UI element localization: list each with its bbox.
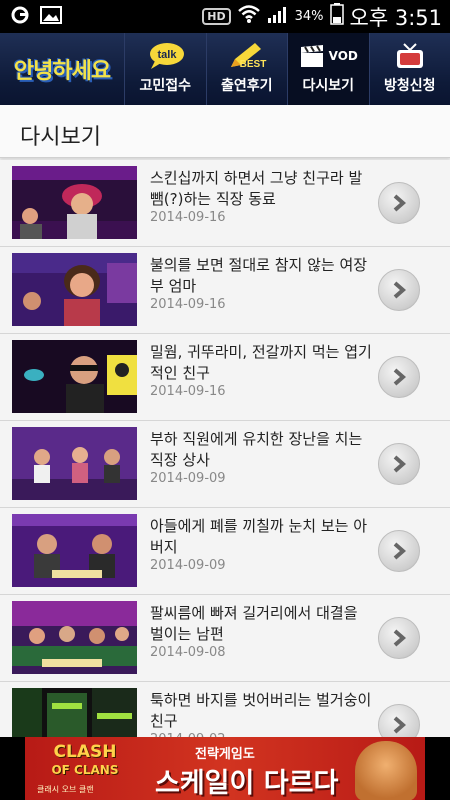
nav-item-label: 출연후기 (220, 78, 273, 94)
best-pencil-icon: BEST (225, 41, 269, 71)
notification-app-icon (10, 5, 30, 29)
episode-thumbnail (12, 253, 137, 326)
list-item[interactable]: 밀웜, 귀뚜라미, 전갈까지 먹는 엽기적인 친구 2014-09-16 (0, 334, 450, 421)
gallery-icon (40, 5, 62, 28)
page-title-bar: 다시보기 (0, 105, 450, 158)
episode-open-button[interactable] (378, 356, 420, 398)
list-item[interactable]: 부하 직원에게 유치한 장난을 치는 직장 상사 2014-09-09 (0, 421, 450, 508)
chevron-right-icon (393, 542, 406, 560)
episode-title: 팔씨름에 빠져 길거리에서 대결을 벌이는 남편 (150, 604, 358, 643)
episode-date: 2014-09-09 (150, 558, 226, 573)
episode-open-button[interactable] (378, 182, 420, 224)
episode-title: 밀웜, 귀뚜라미, 전갈까지 먹는 엽기적인 친구 (150, 343, 372, 382)
main-nav: talk 고민접수 BEST 출연후기 VOD 다시보기 방청신청 (124, 33, 450, 105)
ad-headline: 스케일이 다르다 (155, 768, 339, 799)
hd-badge: HD (202, 8, 231, 25)
nav-item-label: 고민접수 (139, 78, 192, 94)
ad-brand-sub: OF CLANS (51, 763, 119, 777)
chevron-right-icon (393, 194, 406, 212)
episode-title: 부하 직원에게 유치한 장난을 치는 직장 상사 (150, 430, 363, 469)
episode-open-button[interactable] (378, 530, 420, 572)
ad-small-text: 클래시 오브 클랜 (37, 785, 94, 794)
nav-item-audience-apply[interactable]: 방청신청 (368, 33, 450, 105)
logo-text: 안녕하세요 (13, 59, 111, 84)
ad-character-image (355, 741, 417, 800)
episode-thumbnail (12, 166, 137, 239)
list-item[interactable]: 불의를 보면 절대로 참지 않는 여장부 엄마 2014-09-16 (0, 247, 450, 334)
episode-thumbnail (12, 427, 137, 500)
nav-item-label: 방청신청 (383, 78, 436, 94)
nav-item-reviews[interactable]: BEST 출연후기 (205, 33, 288, 105)
status-bar: HD 34% 오후 3:51 (0, 0, 450, 33)
battery-icon (329, 3, 344, 30)
wifi-icon (237, 4, 261, 29)
episode-date: 2014-09-16 (150, 210, 226, 225)
chevron-right-icon (393, 455, 406, 473)
episode-thumbnail (12, 514, 137, 587)
episode-date: 2014-09-16 (150, 384, 226, 399)
show-logo[interactable]: 안녕하세요 (0, 33, 124, 105)
episode-list: 스킨십까지 하면서 그냥 친구라 발뺌(?)하는 직장 동료 2014-09-1… (0, 160, 450, 769)
chevron-right-icon (393, 281, 406, 299)
talk-badge-text: talk (158, 49, 178, 61)
episode-date: 2014-09-08 (150, 645, 226, 660)
best-badge-text: BEST (239, 59, 266, 70)
battery-percent: 34% (294, 9, 324, 24)
episode-open-button[interactable] (378, 617, 420, 659)
signal-icon (267, 5, 289, 28)
list-item[interactable]: 아들에게 폐를 끼칠까 눈치 보는 아버지 2014-09-09 (0, 508, 450, 595)
ad-brand-logo: CLASH OF CLANS (35, 743, 135, 779)
episode-title: 아들에게 폐를 끼칠까 눈치 보는 아버지 (150, 517, 368, 556)
list-item[interactable]: 스킨십까지 하면서 그냥 친구라 발뺌(?)하는 직장 동료 2014-09-1… (0, 160, 450, 247)
clock: 오후 3:51 (349, 5, 442, 30)
episode-date: 2014-09-16 (150, 297, 226, 312)
vod-badge: VOD (328, 49, 358, 63)
episode-open-button[interactable] (378, 269, 420, 311)
chevron-right-icon (393, 629, 406, 647)
episode-title: 불의를 보면 절대로 참지 않는 여장부 엄마 (150, 256, 368, 295)
episode-thumbnail (12, 340, 137, 413)
list-item[interactable]: 팔씨름에 빠져 길거리에서 대결을 벌이는 남편 2014-09-08 (0, 595, 450, 682)
ad-brand-text: CLASH (53, 742, 117, 762)
ad-banner[interactable]: CLASH OF CLANS 클래시 오브 클랜 전략게임도 스케일이 다르다 (0, 737, 450, 800)
page-title: 다시보기 (20, 125, 101, 150)
ad-content[interactable]: CLASH OF CLANS 클래시 오브 클랜 전략게임도 스케일이 다르다 (25, 737, 425, 800)
chevron-right-icon (393, 368, 406, 386)
ad-headline-small: 전략게임도 (195, 747, 255, 762)
chevron-right-icon (393, 716, 406, 734)
episode-thumbnail (12, 601, 137, 674)
talk-bubble-icon: talk (143, 41, 187, 71)
episode-open-button[interactable] (378, 443, 420, 485)
clapperboard-icon: VOD (299, 41, 358, 71)
episode-title: 툭하면 바지를 벗어버리는 벌거숭이 친구 (150, 691, 372, 730)
nav-item-replay[interactable]: VOD 다시보기 (287, 33, 369, 105)
nav-item-worry-submit[interactable]: talk 고민접수 (124, 33, 206, 105)
episode-date: 2014-09-09 (150, 471, 226, 486)
episode-title: 스킨십까지 하면서 그냥 친구라 발뺌(?)하는 직장 동료 (150, 169, 363, 208)
app-header: 안녕하세요 talk 고민접수 BEST 출연후기 VOD 다시보기 방청신청 (0, 33, 450, 105)
tv-icon (395, 41, 425, 71)
nav-item-label: 다시보기 (302, 78, 355, 94)
